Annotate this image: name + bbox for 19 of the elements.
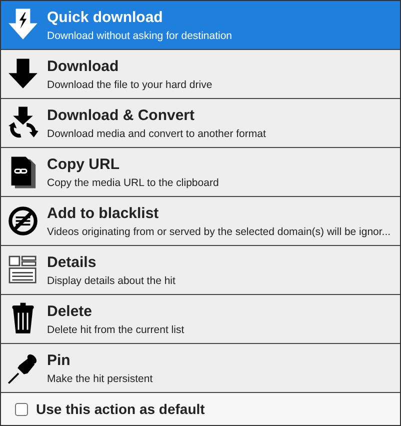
action-description: Display details about the hit — [47, 274, 176, 286]
action-title: Quick download — [47, 8, 164, 26]
action-description: Make the hit persistent — [47, 372, 153, 384]
action-description: Videos originating from or served by the selected domain(s) will be ignor... — [47, 226, 391, 238]
action-description: Download without asking for destination — [47, 30, 232, 42]
action-title: Add to blacklist — [47, 204, 160, 222]
action-title: Download & Convert — [47, 106, 196, 124]
checkbox-label: Use this action as default — [36, 401, 205, 417]
action-title: Pin — [47, 352, 72, 368]
action-description: Download the file to your hard drive — [47, 78, 212, 90]
action-description: Copy the media URL to the clipboard — [47, 176, 219, 188]
action-title: Details — [47, 254, 98, 270]
action-title: Delete — [47, 302, 94, 320]
default-checkbox[interactable] — [15, 402, 28, 416]
action-title: Download — [47, 58, 120, 74]
action-description: Delete hit from the current list — [47, 324, 184, 336]
action-item[interactable]: Quick download Download without asking for destination — [1, 1, 400, 50]
action-title: Copy URL — [47, 156, 120, 172]
action-description: Download media and convert to another format — [47, 128, 266, 140]
